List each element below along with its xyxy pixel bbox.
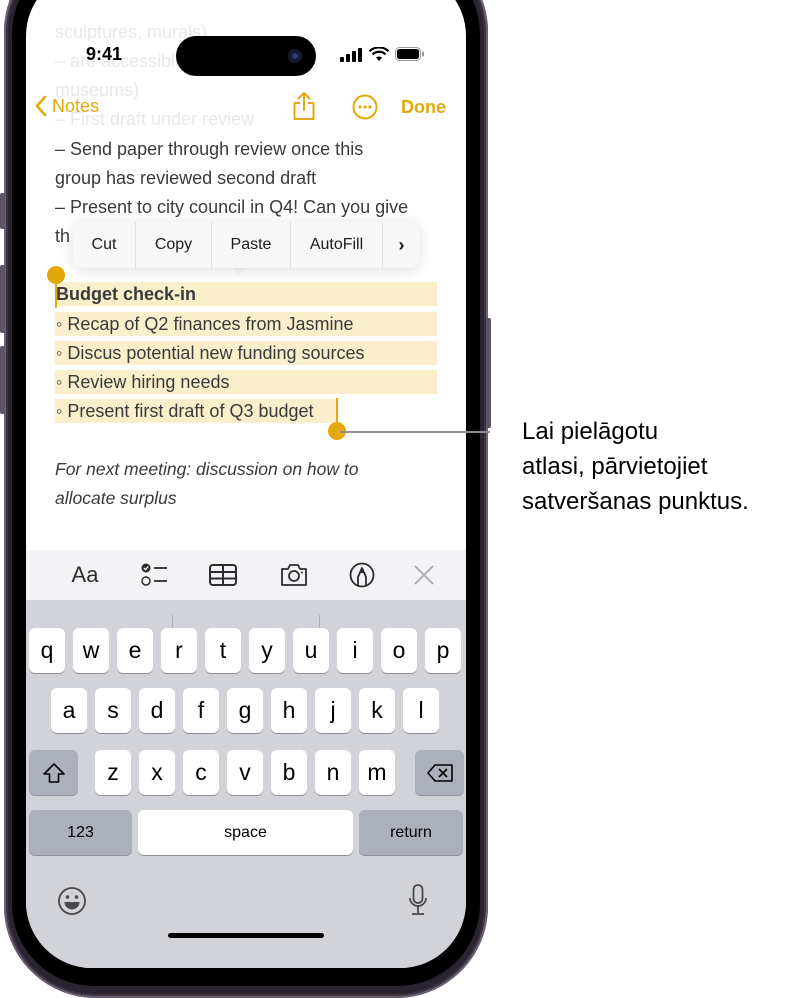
volume-up-button: [0, 265, 5, 333]
note-line[interactable]: – Present to city council in Q4! Can you…: [55, 193, 408, 222]
selected-bullet[interactable]: ◦ Present first draft of Q3 budget: [56, 399, 314, 423]
menu-paste[interactable]: Paste: [212, 222, 291, 268]
key-o[interactable]: o: [381, 628, 417, 673]
keyboard: qwertyuiop asdfghjkl zxcvbnm 123 space r…: [26, 600, 466, 968]
selection-end-bar: [336, 398, 338, 424]
selection-start-bar: [55, 280, 57, 308]
share-icon[interactable]: [292, 91, 316, 121]
text-style-button[interactable]: Aa: [70, 560, 100, 590]
dynamic-island: [176, 36, 316, 76]
home-indicator[interactable]: [168, 933, 324, 938]
volume-down-button: [0, 346, 5, 414]
checklist-icon[interactable]: [139, 560, 169, 590]
key-g[interactable]: g: [227, 688, 263, 733]
note-line[interactable]: – Send paper through review once this: [55, 135, 363, 164]
callout-line: atlasi, pārvietojiet: [522, 453, 708, 480]
callout-line: satveršanas punktus.: [522, 488, 749, 515]
space-key[interactable]: space: [138, 810, 353, 855]
wifi-icon: [369, 47, 389, 61]
key-v[interactable]: v: [227, 750, 263, 795]
return-key[interactable]: return: [359, 810, 463, 855]
shift-key[interactable]: [29, 750, 78, 795]
note-line[interactable]: th: [55, 222, 70, 251]
key-z[interactable]: z: [95, 750, 131, 795]
key-f[interactable]: f: [183, 688, 219, 733]
key-y[interactable]: y: [249, 628, 285, 673]
note-italic-line[interactable]: allocate surplus: [55, 484, 177, 513]
key-u[interactable]: u: [293, 628, 329, 673]
back-label: Notes: [52, 95, 100, 116]
selected-bullet[interactable]: ◦ Recap of Q2 finances from Jasmine: [56, 312, 354, 336]
key-t[interactable]: t: [205, 628, 241, 673]
callout-line: Lai pielāgotu: [522, 418, 659, 445]
close-icon[interactable]: [409, 560, 439, 590]
callout-text: Lai pielāgotu atlasi, pārvietojiet satve…: [522, 414, 749, 519]
delete-icon: [426, 763, 453, 782]
chevron-left-icon: [35, 95, 47, 117]
key-a[interactable]: a: [51, 688, 87, 733]
format-toolbar: Aa: [26, 550, 466, 600]
key-k[interactable]: k: [359, 688, 395, 733]
selected-bullet[interactable]: ◦ Discus potential new funding sources: [56, 341, 365, 365]
selected-bullet[interactable]: ◦ Review hiring needs: [56, 370, 229, 394]
key-d[interactable]: d: [139, 688, 175, 733]
key-i[interactable]: i: [337, 628, 373, 673]
menu-cut[interactable]: Cut: [73, 222, 136, 268]
note-line[interactable]: group has reviewed second draft: [55, 164, 316, 193]
microphone-icon[interactable]: [407, 883, 429, 917]
emoji-icon[interactable]: [57, 886, 87, 916]
signal-icon: [340, 48, 362, 62]
key-r[interactable]: r: [161, 628, 197, 673]
side-button: [0, 193, 5, 229]
markup-icon[interactable]: [347, 560, 377, 590]
menu-copy[interactable]: Copy: [136, 222, 212, 268]
selected-title[interactable]: Budget check-in: [56, 282, 196, 306]
key-q[interactable]: q: [29, 628, 65, 673]
menu-autofill[interactable]: AutoFill: [291, 222, 383, 268]
key-h[interactable]: h: [271, 688, 307, 733]
ellipsis-circle-icon[interactable]: [352, 94, 378, 120]
done-button[interactable]: Done: [401, 97, 446, 118]
selection-start-handle[interactable]: [47, 266, 65, 284]
note-italic-line[interactable]: For next meeting: discussion on how to: [55, 455, 359, 484]
menu-more-chevron-icon[interactable]: ›: [383, 222, 420, 268]
table-icon[interactable]: [208, 560, 238, 590]
shift-icon: [42, 762, 65, 783]
power-button: [486, 318, 491, 428]
screen: sculptures, murals) – are accessible to …: [26, 0, 466, 968]
numbers-key[interactable]: 123: [29, 810, 132, 855]
key-x[interactable]: x: [139, 750, 175, 795]
key-j[interactable]: j: [315, 688, 351, 733]
callout-leader-line: [340, 431, 490, 433]
key-l[interactable]: l: [403, 688, 439, 733]
key-m[interactable]: m: [359, 750, 395, 795]
key-p[interactable]: p: [425, 628, 461, 673]
key-b[interactable]: b: [271, 750, 307, 795]
camera-icon: [288, 49, 302, 63]
edit-context-menu: Cut Copy Paste AutoFill ›: [73, 222, 420, 268]
key-s[interactable]: s: [95, 688, 131, 733]
delete-key[interactable]: [415, 750, 464, 795]
key-n[interactable]: n: [315, 750, 351, 795]
camera-icon[interactable]: [279, 560, 309, 590]
battery-icon: [395, 47, 424, 61]
key-e[interactable]: e: [117, 628, 153, 673]
key-w[interactable]: w: [73, 628, 109, 673]
back-button[interactable]: Notes: [34, 95, 99, 117]
status-time: 9:41: [86, 44, 123, 64]
key-c[interactable]: c: [183, 750, 219, 795]
